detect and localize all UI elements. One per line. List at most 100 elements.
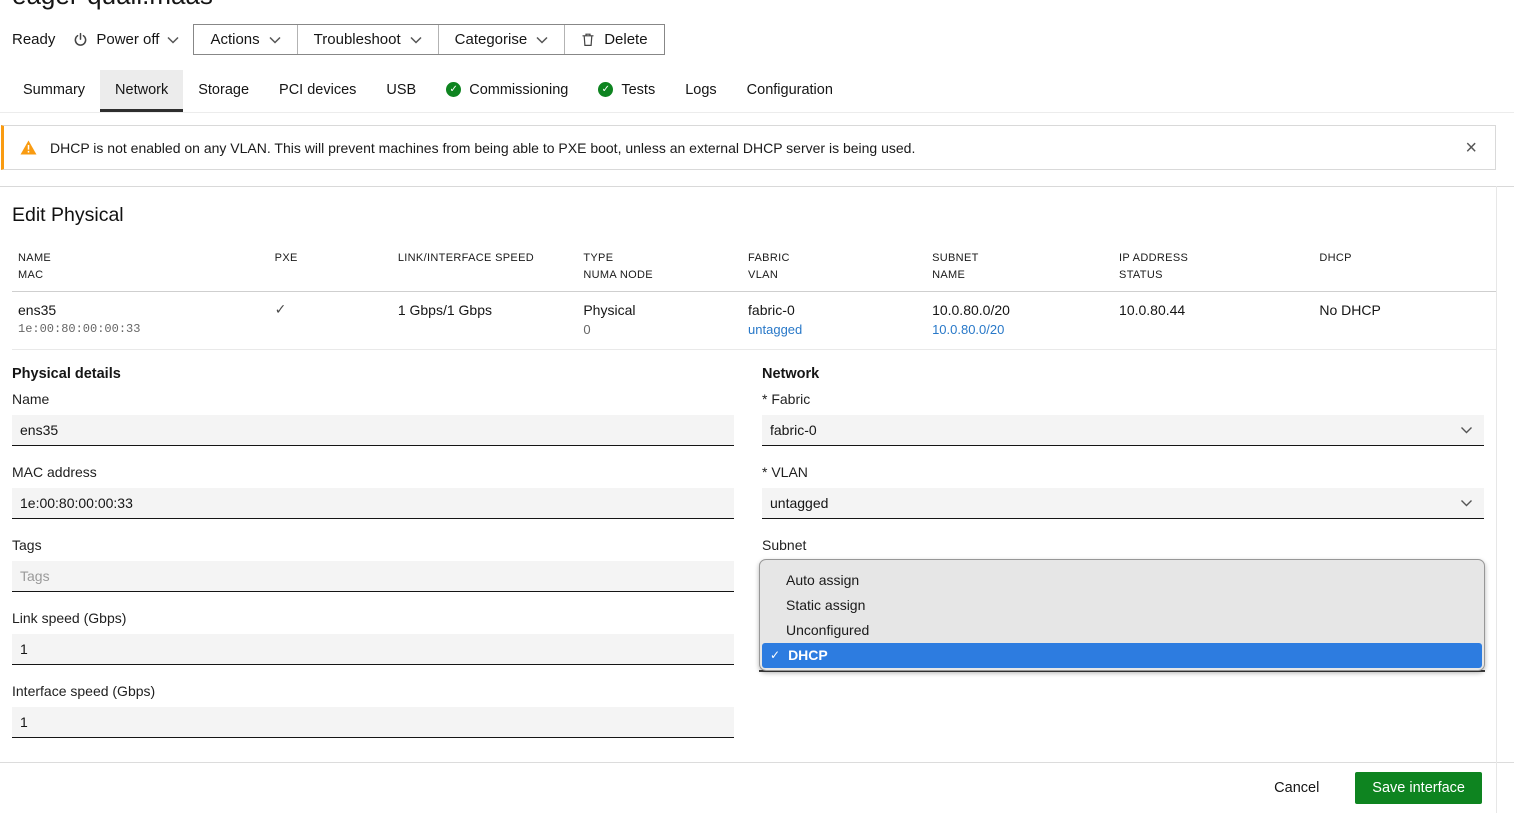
fabric-select[interactable]: fabric-0	[762, 415, 1484, 446]
troubleshoot-button-label: Troubleshoot	[314, 31, 401, 48]
tab-commissioning[interactable]: ✓ Commissioning	[431, 70, 583, 112]
col-ip-status: IP ADDRESSSTATUS	[1119, 250, 1319, 283]
subnet-option-unconfigured[interactable]: Unconfigured	[762, 618, 1482, 643]
interface-table: NAMEMAC PXE LINK/INTERFACE SPEED TYPENUM…	[12, 246, 1496, 350]
subnet-option-static-assign[interactable]: Static assign	[762, 593, 1482, 618]
vlan-selected-value: untagged	[770, 495, 828, 511]
interface-mac: 1e:00:80:00:00:33	[18, 320, 275, 338]
name-label: Name	[12, 391, 734, 407]
tab-label: Logs	[685, 82, 716, 98]
subnet-option-dhcp[interactable]: ✓ DHCP	[762, 643, 1482, 668]
col-link-speed: LINK/INTERFACE SPEED	[398, 250, 584, 283]
panel-right-border	[1496, 186, 1497, 813]
tab-bar: Summary Network Storage PCI devices USB …	[0, 70, 1514, 113]
save-interface-button[interactable]: Save interface	[1355, 772, 1482, 804]
action-button-group: Actions Troubleshoot Categorise Delete	[193, 24, 664, 55]
name-input[interactable]	[12, 415, 734, 446]
tab-tests[interactable]: ✓ Tests	[583, 70, 670, 112]
tab-usb[interactable]: USB	[371, 70, 431, 112]
interface-row: ens35 1e:00:80:00:00:33 ✓ 1 Gbps/1 Gbps …	[12, 292, 1496, 350]
physical-details-column: Physical details Name MAC address Tags L…	[12, 366, 734, 756]
success-check-icon: ✓	[446, 82, 461, 97]
tab-label: Summary	[23, 82, 85, 98]
tab-storage[interactable]: Storage	[183, 70, 264, 112]
cancel-button[interactable]: Cancel	[1268, 779, 1325, 797]
cell-link-speed: 1 Gbps/1 Gbps	[398, 301, 584, 339]
fabric-field-group: * Fabric fabric-0	[762, 391, 1484, 446]
cell-name-mac: ens35 1e:00:80:00:00:33	[12, 301, 275, 339]
machine-title: eager-quail.maas	[12, 0, 213, 11]
tags-field-group: Tags	[12, 537, 734, 592]
interface-speed-label: Interface speed (Gbps)	[12, 683, 734, 699]
power-icon	[73, 32, 88, 48]
vlan-field-group: * VLAN untagged	[762, 464, 1484, 519]
subnet-label: Subnet	[762, 537, 1484, 553]
troubleshoot-button[interactable]: Troubleshoot	[297, 25, 438, 54]
fabric-selected-value: fabric-0	[770, 422, 817, 438]
vlan-select[interactable]: untagged	[762, 488, 1484, 519]
tab-configuration[interactable]: Configuration	[732, 70, 848, 112]
power-off-button[interactable]: Power off	[73, 31, 179, 48]
tab-label: Storage	[198, 82, 249, 98]
delete-button-label: Delete	[604, 31, 647, 48]
chevron-down-icon	[1460, 426, 1473, 434]
tab-pci-devices[interactable]: PCI devices	[264, 70, 371, 112]
mac-field-group: MAC address	[12, 464, 734, 519]
delete-button[interactable]: Delete	[564, 25, 663, 54]
form-footer: Cancel Save interface	[0, 762, 1514, 813]
interface-speed-input[interactable]	[12, 707, 734, 738]
tab-label: PCI devices	[279, 82, 356, 98]
action-bar: Ready Power off Actions Troubleshoot Cat…	[12, 24, 665, 55]
power-button-label: Power off	[96, 31, 159, 48]
col-type-numa: TYPENUMA NODE	[583, 250, 748, 283]
subnet-dropdown-menu: Auto assign Static assign Unconfigured ✓…	[759, 559, 1485, 671]
chevron-down-icon	[536, 36, 548, 44]
categorise-button-label: Categorise	[455, 31, 528, 48]
col-subnet-name: SUBNETNAME	[932, 250, 1119, 283]
option-label: DHCP	[788, 646, 828, 665]
col-fabric-vlan: FABRICVLAN	[748, 250, 932, 283]
vlan-label: * VLAN	[762, 464, 1484, 480]
subnet-link[interactable]: 10.0.80.0/20	[932, 322, 1004, 337]
col-pxe: PXE	[275, 250, 398, 283]
machine-status: Ready	[12, 31, 55, 48]
tab-label: Network	[115, 82, 168, 98]
mac-input[interactable]	[12, 488, 734, 519]
edit-interface-form: Physical details Name MAC address Tags L…	[12, 366, 1484, 756]
tab-label: Commissioning	[469, 82, 568, 98]
mac-label: MAC address	[12, 464, 734, 480]
tab-network[interactable]: Network	[100, 70, 183, 112]
edit-physical-panel: Edit Physical NAMEMAC PXE LINK/INTERFACE…	[0, 186, 1514, 813]
cell-ip-status: 10.0.80.44	[1119, 301, 1319, 339]
tab-summary[interactable]: Summary	[8, 70, 100, 112]
tags-label: Tags	[12, 537, 734, 553]
categorise-button[interactable]: Categorise	[438, 25, 565, 54]
col-name-mac: NAMEMAC	[12, 250, 275, 283]
warning-message: DHCP is not enabled on any VLAN. This wi…	[50, 140, 915, 156]
col-dhcp: DHCP	[1319, 250, 1496, 283]
tags-input[interactable]	[12, 561, 734, 592]
cell-fabric-vlan: fabric-0 untagged	[748, 301, 932, 339]
panel-title: Edit Physical	[12, 204, 1514, 227]
pxe-check-icon: ✓	[275, 301, 287, 317]
tab-label: USB	[386, 82, 416, 98]
machine-detail-page: eager-quail.maas Ready Power off Actions…	[0, 0, 1514, 813]
selected-check-icon: ✓	[770, 647, 780, 663]
cell-type-numa: Physical 0	[583, 301, 748, 339]
link-speed-field-group: Link speed (Gbps)	[12, 610, 734, 665]
link-speed-input[interactable]	[12, 634, 734, 665]
name-field-group: Name	[12, 391, 734, 446]
chevron-down-icon	[1460, 499, 1473, 507]
trash-icon	[581, 32, 595, 47]
cell-subnet-name: 10.0.80.0/20 10.0.80.0/20	[932, 301, 1119, 339]
subnet-option-auto-assign[interactable]: Auto assign	[762, 568, 1482, 593]
network-column: Network * Fabric fabric-0 * VLAN untagge…	[762, 366, 1484, 756]
close-icon[interactable]: ×	[1463, 138, 1479, 158]
tab-logs[interactable]: Logs	[670, 70, 731, 112]
actions-button[interactable]: Actions	[194, 25, 296, 54]
vlan-link[interactable]: untagged	[748, 322, 802, 337]
fabric-label: * Fabric	[762, 391, 1484, 407]
cell-dhcp: No DHCP	[1319, 301, 1496, 339]
subnet-field-group: Subnet Auto assign Static assign Unconfi…	[762, 537, 1484, 553]
link-speed-label: Link speed (Gbps)	[12, 610, 734, 626]
